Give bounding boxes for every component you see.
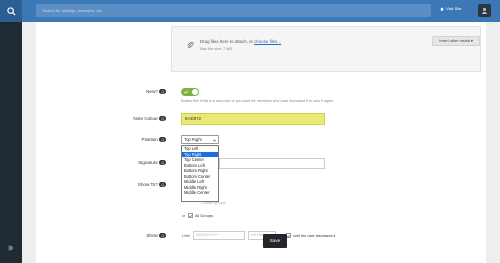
position-selected: Top Right (184, 137, 202, 142)
position-label: Position (141, 137, 158, 142)
attach-drag-text: Drag files here to attach, or (200, 39, 255, 44)
new-row-label: New? Q (66, 89, 166, 95)
user-icon (481, 7, 488, 14)
paperclip-icon (186, 41, 194, 50)
save-button[interactable]: Save (263, 234, 287, 248)
visit-site-label: Visit Site (446, 6, 462, 11)
note-colour-label: Note Colour (133, 116, 158, 121)
show-to-label: Show To? (137, 182, 158, 187)
note-colour-row-label: Note Colour Q (66, 116, 166, 122)
insert-other-media-button[interactable]: Insert other media ▾ (432, 36, 480, 46)
help-badge[interactable]: Q (159, 182, 166, 188)
toggle-knob (192, 89, 198, 95)
check-icon (184, 90, 188, 94)
note-colour-input[interactable]: EAE972 (181, 113, 325, 125)
until-text: Until (182, 234, 190, 238)
search-input[interactable]: Search for settings, members, etc (36, 4, 431, 17)
new-toggle[interactable] (181, 88, 199, 96)
show-row-label: Show Q (66, 233, 166, 239)
help-badge[interactable]: Q (159, 160, 166, 166)
all-groups-checkbox[interactable] (188, 213, 193, 218)
visit-site-link[interactable]: Visit Site (440, 6, 462, 11)
position-row-label: Position Q (66, 137, 166, 143)
tag-icon[interactable] (0, 243, 22, 253)
sidebar (0, 22, 22, 263)
attachment-dropzone[interactable]: Drag files here to attach, or choose fil… (171, 26, 481, 72)
top-bar: Search for settings, members, etc Visit … (0, 0, 500, 22)
new-help-text: Enable this if this is a new note or you… (181, 99, 334, 103)
signature-row-label: Signature Q (66, 160, 166, 166)
help-badge[interactable]: Q (159, 233, 166, 239)
until-dismiss-label: until the user dismisses it (293, 234, 336, 238)
help-badge[interactable]: Q (159, 137, 166, 143)
check-icon (287, 234, 290, 237)
attach-instructions: Drag files here to attach, or choose fil… (200, 39, 281, 44)
chevron-down-icon (213, 139, 216, 141)
all-groups-label: All Groups (195, 214, 213, 218)
help-badge[interactable]: Q (159, 116, 166, 122)
signature-input[interactable] (219, 158, 325, 169)
show-label: Show (146, 233, 158, 238)
search-icon[interactable] (0, 0, 22, 22)
main-content: Drag files here to attach, or choose fil… (22, 22, 500, 263)
home-icon (440, 6, 444, 11)
choose-files-link[interactable]: choose files... (254, 39, 281, 44)
or-text: or (182, 214, 186, 218)
signature-label: Signature (138, 160, 158, 165)
position-option[interactable]: Middle Center (182, 190, 218, 196)
avatar[interactable] (478, 4, 491, 17)
new-label: New? (146, 89, 158, 94)
position-dropdown-list: Top Left Top Right Top Center Bottom Lef… (181, 145, 219, 202)
show-to-row-label: Show To? Q (66, 182, 166, 188)
help-badge[interactable]: Q (159, 89, 166, 95)
until-date-input[interactable]: MM/DD/YYYY (193, 231, 245, 240)
max-file-size: Max file size: 7 MB (200, 47, 232, 51)
position-select[interactable]: Top Right (181, 135, 219, 144)
form-panel: Drag files here to attach, or choose fil… (36, 22, 486, 263)
check-icon (189, 214, 192, 217)
